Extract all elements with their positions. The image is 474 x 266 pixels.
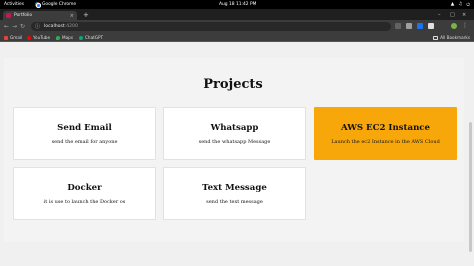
project-description: send the email for anyone xyxy=(51,139,118,145)
bookmark-label: Maps xyxy=(62,35,74,40)
project-card-aws-ec2[interactable]: AWS EC2 Instance Launch the ec2 Instance… xyxy=(314,107,457,160)
activities-button[interactable]: Activities xyxy=(4,2,24,7)
power-icon: ⏻ xyxy=(466,2,470,8)
bookmark-label: ChatGPT xyxy=(85,35,104,40)
maps-icon xyxy=(56,35,60,40)
tab-portfolio[interactable]: Portfolio × xyxy=(3,11,77,20)
app-name: Google Chrome xyxy=(42,2,77,7)
bookmark-chatgpt[interactable]: ChatGPT xyxy=(79,35,103,40)
system-top-bar: Activities Google Chrome Aug 18 11:42 PM… xyxy=(0,0,474,9)
app-menu[interactable]: Google Chrome xyxy=(35,2,77,8)
project-title: Send Email xyxy=(57,123,112,133)
page-title: Projects xyxy=(203,77,263,92)
chatgpt-icon xyxy=(79,35,83,40)
youtube-icon xyxy=(27,35,31,40)
address-bar[interactable]: ⓘ localhost:4200 xyxy=(31,22,391,31)
page-scrollbar[interactable] xyxy=(469,122,472,252)
forward-icon[interactable]: → xyxy=(12,23,17,30)
cast-icon[interactable] xyxy=(395,23,401,29)
chrome-icon xyxy=(35,2,41,8)
bookmark-maps[interactable]: Maps xyxy=(56,35,73,40)
all-bookmarks-label: All Bookmarks xyxy=(440,35,470,40)
extensions-puzzle-icon[interactable] xyxy=(428,23,434,29)
network-icon: ▲ xyxy=(450,1,455,7)
url-text: localhost:4200 xyxy=(44,24,78,29)
reload-icon[interactable]: ↻ xyxy=(20,23,25,30)
bookmark-label: Gmail xyxy=(10,35,23,40)
site-info-icon[interactable]: ⓘ xyxy=(35,23,40,30)
tab-strip: Portfolio × + – □ × xyxy=(0,9,474,20)
project-card-whatsapp[interactable]: Whatsapp send the whatsapp Message xyxy=(163,107,306,160)
bookmark-label: YouTube xyxy=(33,35,51,40)
folder-icon xyxy=(433,35,439,40)
window-close-icon[interactable]: × xyxy=(462,12,466,18)
extension-icon[interactable] xyxy=(417,23,423,29)
profile-avatar[interactable] xyxy=(451,23,457,29)
close-icon[interactable]: × xyxy=(70,13,74,19)
project-card-send-email[interactable]: Send Email send the email for anyone xyxy=(13,107,156,160)
system-tray[interactable]: ▲ ♫ ⏻ xyxy=(451,2,470,8)
bookmarks-bar: Gmail YouTube Maps ChatGPT All Bookmarks xyxy=(0,33,474,42)
volume-icon: ♫ xyxy=(458,1,463,7)
tab-title: Portfolio xyxy=(14,13,33,18)
page-viewport: Projects Send Email send the email for a… xyxy=(0,42,474,266)
bookmark-gmail[interactable]: Gmail xyxy=(4,35,22,40)
maximize-icon[interactable]: □ xyxy=(450,12,455,18)
project-title: Docker xyxy=(67,183,102,193)
project-title: AWS EC2 Instance xyxy=(340,123,431,133)
all-bookmarks-button[interactable]: All Bookmarks xyxy=(433,35,470,40)
minimize-icon[interactable]: – xyxy=(438,12,441,18)
menu-kebab-icon[interactable]: ⋮ xyxy=(462,22,468,29)
project-title: Whatsapp xyxy=(210,123,259,133)
browser-toolbar: ← → ↻ ⓘ localhost:4200 ⋮ xyxy=(0,20,474,33)
system-clock[interactable]: Aug 18 11:42 PM xyxy=(219,2,256,7)
project-description: Launch the ec2 Instance in the AWS Cloud xyxy=(331,139,440,145)
back-icon[interactable]: ← xyxy=(4,23,9,30)
project-card-text-message[interactable]: Text Message send the text message xyxy=(163,167,306,220)
project-description: send the text message xyxy=(206,199,263,205)
bookmark-youtube[interactable]: YouTube xyxy=(27,35,50,40)
project-title: Text Message xyxy=(202,183,267,193)
project-description: it is use to launch the Docker os xyxy=(43,199,126,205)
bookmark-star-icon[interactable] xyxy=(406,23,412,29)
gmail-icon xyxy=(4,35,8,40)
extension-icons xyxy=(395,23,434,29)
project-card-docker[interactable]: Docker it is use to launch the Docker os xyxy=(13,167,156,220)
project-description: send the whatsapp Message xyxy=(198,139,271,145)
portfolio-favicon-icon xyxy=(6,13,11,18)
new-tab-button[interactable]: + xyxy=(83,11,89,19)
